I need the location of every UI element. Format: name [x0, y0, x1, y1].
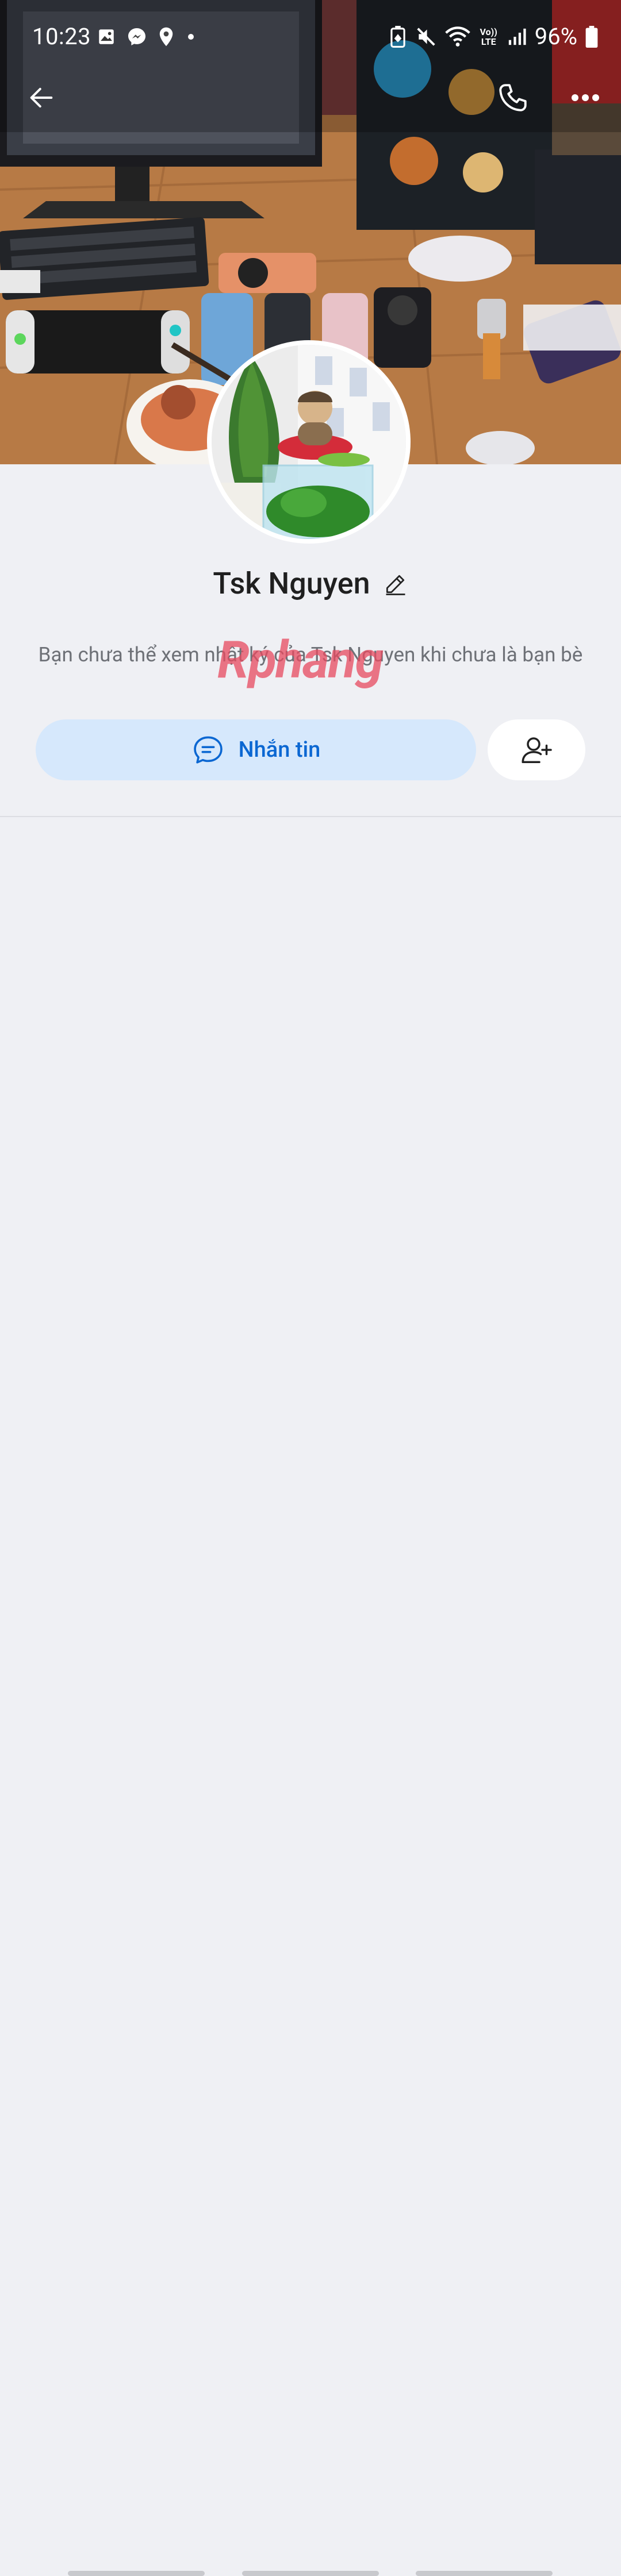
location-icon	[159, 27, 173, 47]
phone-icon	[499, 84, 527, 111]
status-right-icons: Vo)) LTE 96%	[389, 23, 598, 50]
watermark-logo: Rphang	[217, 630, 384, 690]
image-icon	[99, 29, 114, 44]
battery-percent: 96%	[534, 23, 577, 50]
dot-icon	[188, 34, 194, 40]
add-friend-icon	[522, 737, 552, 763]
send-message-button[interactable]: Nhắn tin	[36, 719, 476, 780]
volte-label: Vo)) LTE	[480, 26, 497, 47]
more-button[interactable]	[562, 75, 608, 121]
nav-recent-handle[interactable]	[68, 2571, 205, 2576]
chat-bubble-icon	[193, 736, 223, 764]
status-left-icons	[97, 26, 197, 47]
profile-name: Tsk Nguyen	[213, 566, 370, 601]
call-button[interactable]	[490, 75, 536, 121]
avatar-image	[212, 345, 406, 539]
mute-icon	[417, 27, 435, 46]
more-dots-icon	[572, 94, 599, 101]
back-button[interactable]	[18, 75, 64, 121]
battery-icon	[585, 25, 598, 48]
nav-home-handle[interactable]	[242, 2571, 379, 2576]
pencil-icon[interactable]	[383, 571, 408, 596]
status-time: 10:23	[32, 23, 91, 50]
gesture-navigation-bar[interactable]	[0, 1276, 621, 2576]
signal-icon	[508, 28, 526, 45]
back-arrow-icon	[30, 87, 53, 108]
profile-name-row: Tsk Nguyen	[0, 566, 621, 601]
status-bar: 10:23 Vo)) LTE 96%	[0, 0, 621, 74]
nav-back-handle[interactable]	[416, 2571, 553, 2576]
wifi-icon	[444, 26, 470, 47]
battery-saver-icon	[390, 25, 405, 48]
volte-icon: Vo)) LTE	[478, 27, 499, 47]
profile-avatar[interactable]	[207, 340, 411, 544]
send-message-label: Nhắn tin	[238, 737, 321, 763]
messenger-icon	[128, 28, 145, 45]
add-friend-button[interactable]	[488, 719, 585, 780]
section-divider	[0, 816, 621, 817]
